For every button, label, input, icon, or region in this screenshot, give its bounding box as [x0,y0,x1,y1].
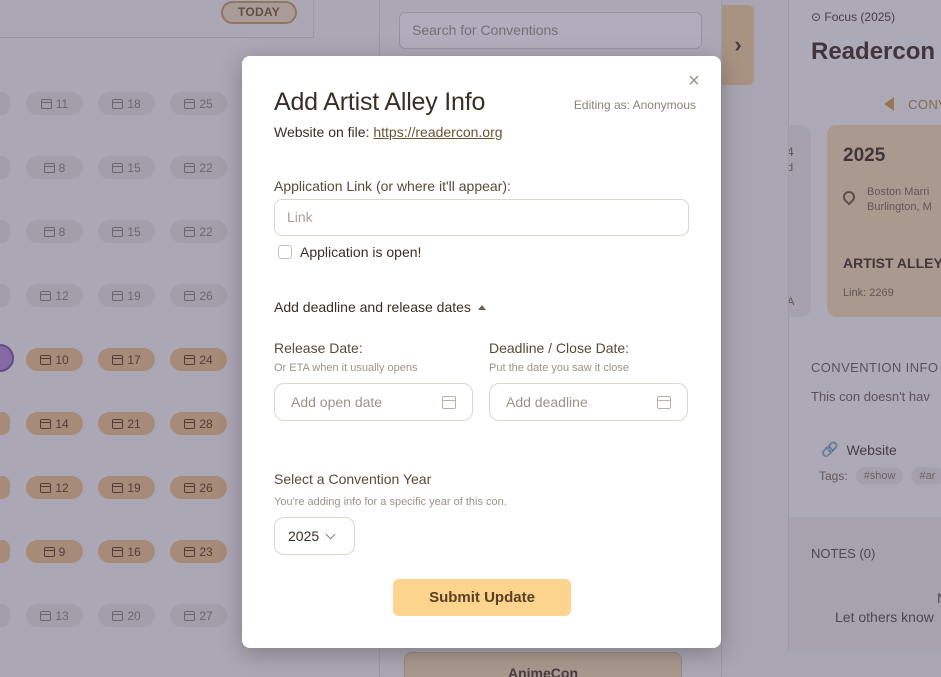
website-link[interactable]: https://readercon.org [373,124,502,140]
editing-as-label: Editing as: Anonymous [573,98,696,112]
release-date-input[interactable]: Add open date [274,383,473,421]
convention-year-hint: You're adding info for a specific year o… [274,496,507,508]
caret-up-icon [477,304,486,310]
application-open-checkbox[interactable] [278,245,292,259]
add-artist-alley-dialog: × Add Artist Alley Info Editing as: Anon… [242,56,721,648]
website-on-file: Website on file: https://readercon.org [274,124,503,140]
dialog-title: Add Artist Alley Info [274,88,486,116]
application-link-label: Application Link (or where it'll appear)… [274,178,511,194]
submit-update-button[interactable]: Submit Update [393,579,571,616]
convention-year-select[interactable]: 2025 [274,517,355,555]
deadline-hint: Put the date you saw it close [489,362,630,374]
deadline-label: Deadline / Close Date: [489,340,630,356]
release-date-hint: Or ETA when it usually opens [274,362,418,374]
close-icon[interactable]: × [685,71,703,91]
application-link-input[interactable]: Link [274,199,689,236]
release-date-label: Release Date: [274,340,363,356]
convention-year-label: Select a Convention Year [274,471,432,487]
calendar-icon[interactable] [442,395,456,409]
chevron-down-icon [325,529,336,539]
deadline-input[interactable]: Add deadline [489,383,688,421]
dates-toggle[interactable]: Add deadline and release dates [274,299,486,315]
application-open-row[interactable]: Application is open! [278,244,421,260]
calendar-icon[interactable] [657,395,671,409]
